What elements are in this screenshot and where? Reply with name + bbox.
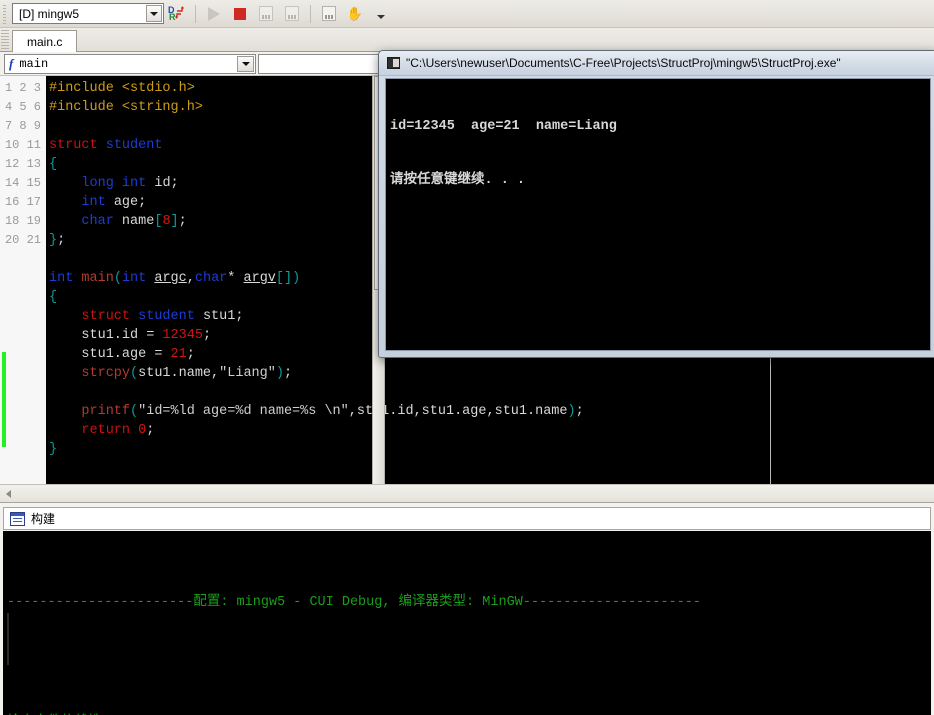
console-output[interactable]: id=12345 age=21 name=Liang 请按任意键继续. . . xyxy=(385,78,931,351)
console-title-text: "C:\Users\newuser\Documents\C-Free\Proje… xyxy=(406,56,841,70)
step-over-icon xyxy=(285,6,299,21)
code-line-18: printf("id=%ld age=%d name=%s \n",stu1.i… xyxy=(81,404,584,419)
hand-icon: ✋ xyxy=(346,6,364,21)
function-icon: f xyxy=(9,55,14,71)
build-panel-header[interactable]: 构建 xyxy=(3,507,931,530)
console-line-2: 请按任意键继续. . . xyxy=(390,173,526,188)
toolbar-grip[interactable] xyxy=(1,2,10,25)
console-titlebar[interactable]: "C:\Users\newuser\Documents\C-Free\Proje… xyxy=(379,51,934,76)
editor-gutter[interactable]: 1 2 3 4 5 6 7 8 9 10 11 12 13 14 15 16 1… xyxy=(0,76,47,484)
stop-icon xyxy=(234,7,246,20)
code-line-20: } xyxy=(49,442,58,457)
code-line-16: strcpy(stu1.name,"Liang"); xyxy=(81,366,293,381)
chevron-down-icon[interactable] xyxy=(146,5,162,22)
line-numbers: 1 2 3 4 5 6 7 8 9 10 11 12 13 14 15 16 1… xyxy=(4,81,41,247)
debug-release-toggle-button[interactable]: D R xyxy=(165,3,189,25)
compile-icon xyxy=(322,6,336,21)
build-config-value: [D] mingw5 xyxy=(19,6,80,21)
build-line-1: -----------------------配置: mingw5 - CUI … xyxy=(7,595,701,610)
step-into-icon xyxy=(259,6,273,21)
editor-tabstrip: main.c xyxy=(0,28,934,53)
chevron-down-icon[interactable] xyxy=(237,55,254,72)
run-button[interactable] xyxy=(202,3,226,25)
build-panel-title: 构建 xyxy=(31,512,56,526)
svg-text:R: R xyxy=(169,12,176,21)
run-icon xyxy=(208,6,220,21)
step-over-button[interactable] xyxy=(280,3,304,25)
build-config-combo[interactable]: [D] mingw5 xyxy=(12,3,164,24)
hand-tool-button[interactable]: ✋ xyxy=(343,3,367,25)
console-window[interactable]: "C:\Users\newuser\Documents\C-Free\Proje… xyxy=(378,50,934,358)
c-free-ide-window: [D] mingw5 D R ✋ main.c f main 1 2 3 4 5… xyxy=(0,0,934,715)
step-into-button[interactable] xyxy=(254,3,278,25)
toolbar-separator-2 xyxy=(310,4,311,23)
build-icon xyxy=(10,511,25,526)
compile-button[interactable] xyxy=(317,3,341,25)
tab-main-c[interactable]: main.c xyxy=(12,30,78,53)
change-marker xyxy=(2,352,6,447)
build-output[interactable]: -----------------------配置: mingw5 - CUI … xyxy=(3,531,931,715)
stop-button[interactable] xyxy=(228,3,252,25)
debug-release-glyph: D R xyxy=(168,5,184,22)
toolbar-separator xyxy=(195,4,196,23)
code-line-19: return 0; xyxy=(81,423,155,438)
debug-release-icon: D R xyxy=(168,5,186,23)
console-app-icon xyxy=(387,57,400,69)
build-panel: 构建 -----------------------配置: mingw5 - C… xyxy=(0,502,934,715)
toolbar-overflow-button[interactable] xyxy=(369,3,393,25)
build-output-caret xyxy=(7,613,9,665)
console-line-1: id=12345 age=21 name=Liang xyxy=(390,119,617,134)
editor-horizontal-scrollbar[interactable] xyxy=(0,484,934,502)
tab-label: main.c xyxy=(27,35,63,49)
function-scope-value: main xyxy=(19,56,49,71)
scroll-left-arrow-icon[interactable] xyxy=(0,486,16,502)
function-scope-combo[interactable]: f main xyxy=(4,53,256,74)
main-toolbar: [D] mingw5 D R ✋ xyxy=(0,0,934,28)
tabstrip-grip[interactable] xyxy=(1,30,9,50)
build-line-2 xyxy=(7,653,931,673)
